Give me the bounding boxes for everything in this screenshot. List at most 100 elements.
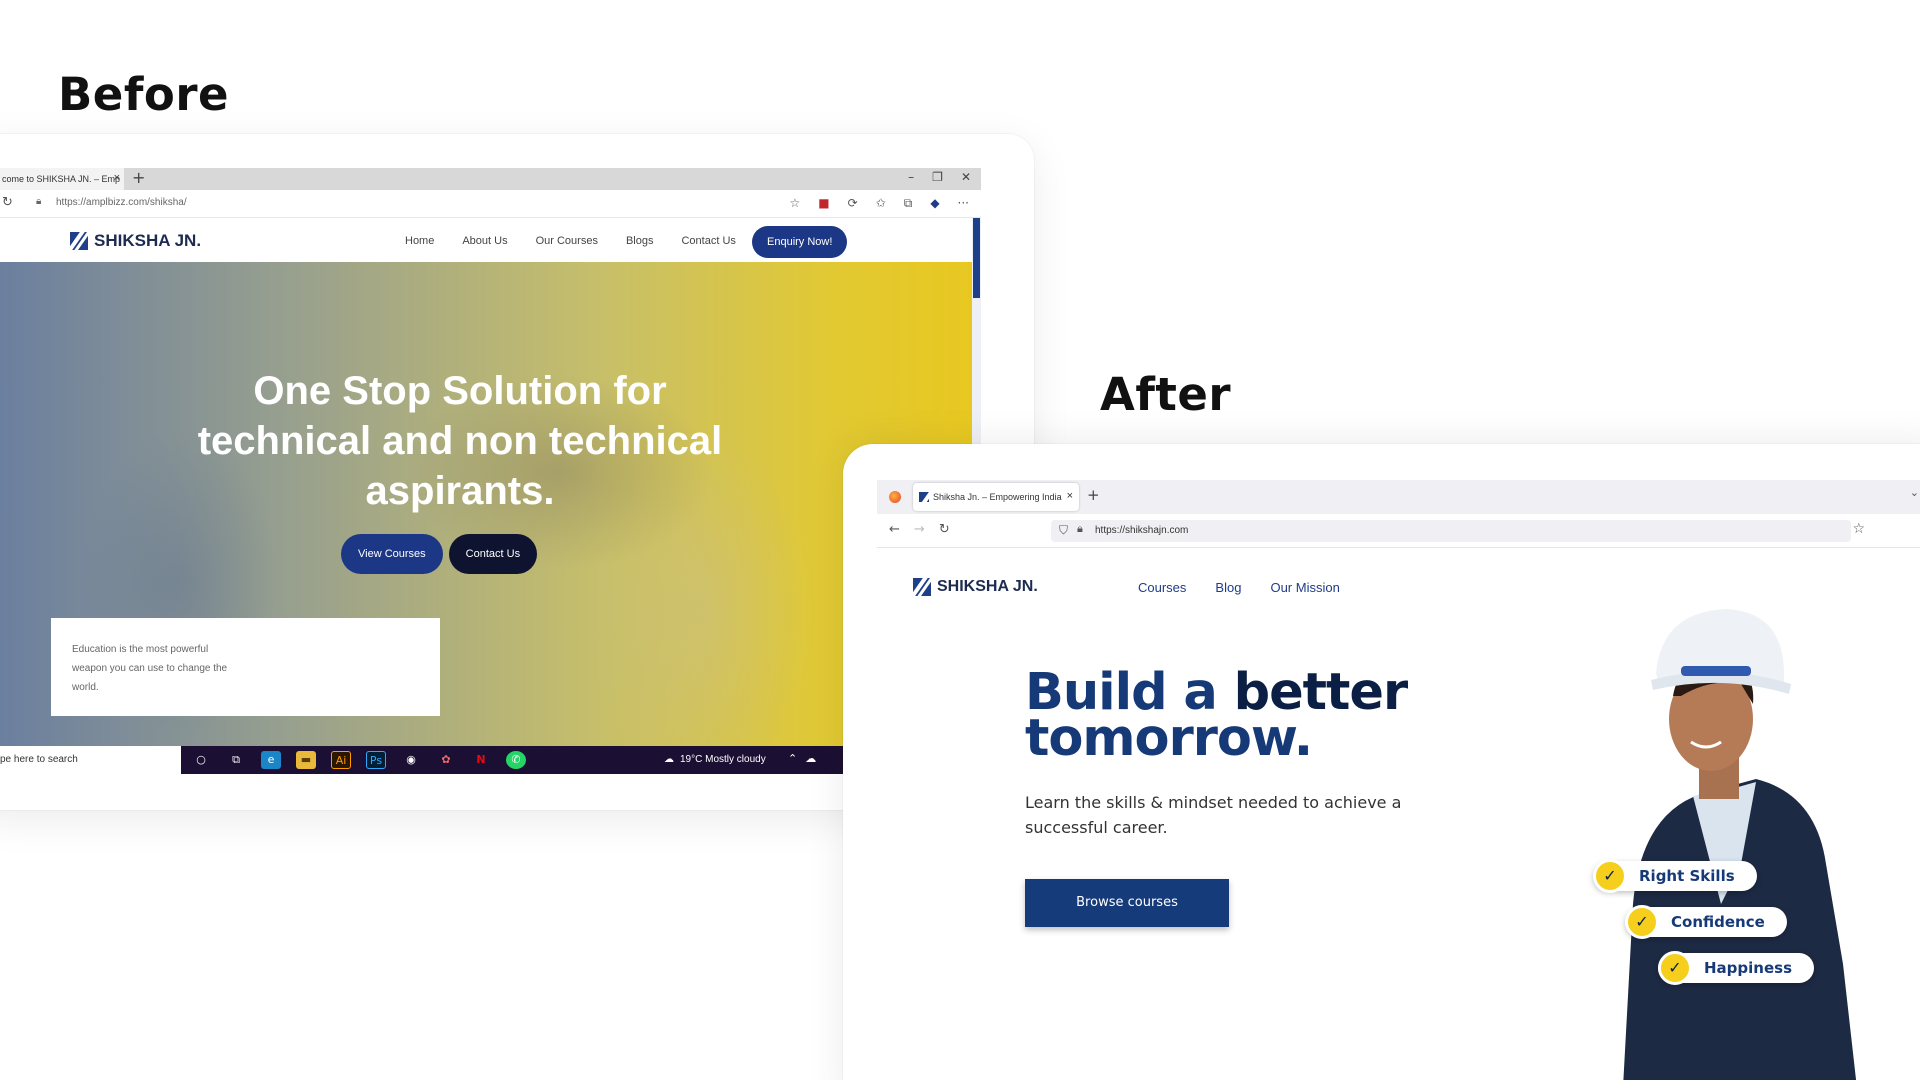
tray-cloud-icon[interactable]: ☁ — [805, 752, 816, 765]
back-icon[interactable]: ← — [889, 522, 900, 537]
weather-text: 19°C Mostly cloudy — [680, 754, 766, 765]
headline-line-2: tomorrow. — [1025, 709, 1313, 768]
browse-courses-button[interactable]: Browse courses — [1025, 879, 1229, 927]
after-tab-title: Shiksha Jn. – Empowering India — [933, 492, 1062, 502]
taskbar-search[interactable]: pe here to search — [0, 746, 181, 774]
cortana-icon[interactable]: ○ — [191, 751, 211, 769]
sync-icon[interactable]: ⟳ — [848, 196, 858, 211]
nav-our-courses[interactable]: Our Courses — [536, 235, 598, 247]
badge-label: Right Skills — [1639, 867, 1735, 885]
new-tab-icon[interactable]: + — [1087, 486, 1100, 504]
cloud-icon: ☁ — [664, 754, 674, 765]
enquiry-button[interactable]: Enquiry Now! — [752, 226, 848, 258]
restore-icon[interactable]: ❐ — [932, 170, 943, 184]
check-icon: ✓ — [1593, 859, 1627, 893]
after-url: https://shikshajn.com — [1095, 525, 1189, 536]
before-tab-bar: come to SHIKSHA JN. – Emp × + – ❐ ✕ — [0, 168, 981, 190]
nav-contact-us[interactable]: Contact Us — [681, 235, 735, 247]
nav-buttons: ← → ↻ — [889, 522, 950, 537]
hero-subtitle: Learn the skills & mindset needed to ach… — [1025, 793, 1402, 837]
firefox-icon[interactable] — [889, 491, 901, 503]
taskbar-icons: ○ ⧉ e ▬ Ai Ps ◉ ✿ N ✆ — [191, 751, 526, 769]
quote-text: Education is the most powerful weapon yo… — [72, 644, 228, 693]
nav-about-us[interactable]: About Us — [462, 235, 507, 247]
nav-blog[interactable]: Blog — [1215, 580, 1241, 595]
nav-our-mission[interactable]: Our Mission — [1270, 580, 1339, 595]
after-screenshot-frame: Shiksha Jn. – Empowering India × + ⌄ ← →… — [843, 444, 1920, 1080]
badge-right-skills: ✓ Right Skills — [1593, 859, 1757, 893]
before-toolbar: ☆ ■ ⟳ ✩ ⧉ ◆ ··· — [790, 196, 970, 211]
chevron-up-icon[interactable]: ⌃ — [788, 752, 797, 765]
hero-buttons: View Courses Contact Us — [341, 534, 538, 574]
favorite-add-icon[interactable]: ☆ — [790, 196, 801, 211]
logo-text: SHIKSHA JN. — [94, 231, 202, 250]
before-url[interactable]: https://amplbizz.com/shiksha/ — [56, 197, 187, 208]
badge-label: Happiness — [1704, 959, 1793, 977]
app-icon[interactable]: ◉ — [401, 751, 421, 769]
after-logo[interactable]: SHIKSHA JN. — [913, 578, 1038, 596]
contact-us-button[interactable]: Contact Us — [448, 534, 538, 574]
chevron-down-icon[interactable]: ⌄ — [1910, 486, 1919, 499]
logo-mark-icon — [70, 232, 88, 250]
hero-headline: Build a better tomorrow. — [1025, 667, 1408, 764]
badge-confidence: ✓ Confidence — [1625, 905, 1787, 939]
nav-courses[interactable]: Courses — [1138, 580, 1186, 595]
quote-card: Education is the most powerful weapon yo… — [51, 618, 440, 716]
before-label: Before — [58, 68, 230, 121]
collections-icon[interactable]: ⧉ — [904, 196, 913, 211]
forward-icon[interactable]: → — [914, 522, 925, 537]
before-hero: One Stop Solution for technical and non … — [0, 262, 972, 746]
favicon-icon — [919, 492, 929, 502]
window-controls: – ❐ ✕ — [908, 170, 971, 184]
badge-happiness: ✓ Happiness — [1658, 951, 1815, 985]
edge-icon[interactable]: e — [261, 751, 281, 769]
file-explorer-icon[interactable]: ▬ — [296, 751, 316, 769]
system-tray: ⌃ ☁ — [788, 752, 816, 765]
illustrator-icon[interactable]: Ai — [331, 751, 351, 769]
whatsapp-icon[interactable]: ✆ — [506, 751, 526, 769]
before-browser-window: come to SHIKSHA JN. – Emp × + – ❐ ✕ ↻ 🔒︎… — [0, 168, 981, 774]
task-view-icon[interactable]: ⧉ — [226, 751, 246, 769]
hero-person-illustration — [1623, 609, 1857, 1080]
netflix-icon[interactable]: N — [471, 751, 491, 769]
close-icon[interactable]: × — [1067, 490, 1073, 502]
view-courses-button[interactable]: View Courses — [341, 534, 443, 574]
after-browser-tab[interactable]: Shiksha Jn. – Empowering India × — [913, 483, 1079, 511]
after-address-bar: ← → ↻ ⛉ 🔒︎ https://shikshajn.com ☆ — [877, 514, 1920, 548]
favorites-icon[interactable]: ✩ — [876, 196, 886, 211]
taskbar-weather[interactable]: ☁ 19°C Mostly cloudy — [664, 754, 766, 765]
before-browser-tab[interactable]: come to SHIKSHA JN. – Emp × — [0, 168, 124, 190]
windows-taskbar: pe here to search ○ ⧉ e ▬ Ai Ps ◉ ✿ N ✆ … — [0, 746, 981, 774]
reload-icon[interactable]: ↻ — [939, 522, 950, 537]
before-tab-title: come to SHIKSHA JN. – Emp — [2, 174, 121, 184]
before-nav-menu: Home About Us Our Courses Blogs Contact … — [405, 235, 736, 247]
more-icon[interactable]: ··· — [958, 196, 969, 211]
lock-icon: 🔒︎ — [36, 196, 42, 207]
after-label: After — [1100, 368, 1232, 421]
hero-title: One Stop Solution for technical and non … — [197, 369, 723, 513]
minimize-icon[interactable]: – — [908, 170, 914, 184]
profile-icon[interactable]: ◆ — [930, 196, 939, 211]
after-nav-menu: Courses Blog Our Mission — [1138, 580, 1340, 595]
shield-icon[interactable]: ⛉ — [1059, 523, 1068, 538]
after-tab-bar: Shiksha Jn. – Empowering India × + ⌄ — [877, 480, 1920, 514]
logo-text: SHIKSHA JN. — [937, 578, 1038, 595]
before-logo[interactable]: SHIKSHA JN. — [70, 231, 201, 251]
nav-home[interactable]: Home — [405, 235, 434, 247]
new-tab-icon[interactable]: + — [132, 168, 145, 187]
app-icon-2[interactable]: ✿ — [436, 751, 456, 769]
badge-label: Confidence — [1671, 913, 1765, 931]
lock-icon[interactable]: 🔒︎ — [1077, 523, 1083, 536]
check-icon: ✓ — [1658, 951, 1692, 985]
url-field[interactable]: ⛉ 🔒︎ https://shikshajn.com — [1051, 520, 1851, 542]
bookmark-star-icon[interactable]: ☆ — [1852, 521, 1865, 537]
reload-icon[interactable]: ↻ — [2, 195, 13, 210]
close-icon[interactable]: × — [114, 172, 120, 184]
photoshop-icon[interactable]: Ps — [366, 751, 386, 769]
logo-mark-icon — [913, 578, 931, 596]
before-site-header: SHIKSHA JN. Home About Us Our Courses Bl… — [0, 218, 972, 262]
extension-icon[interactable]: ■ — [818, 196, 829, 211]
close-window-icon[interactable]: ✕ — [961, 170, 971, 184]
before-address-bar: ↻ 🔒︎ https://amplbizz.com/shiksha/ ☆ ■ ⟳… — [0, 190, 981, 218]
nav-blogs[interactable]: Blogs — [626, 235, 654, 247]
